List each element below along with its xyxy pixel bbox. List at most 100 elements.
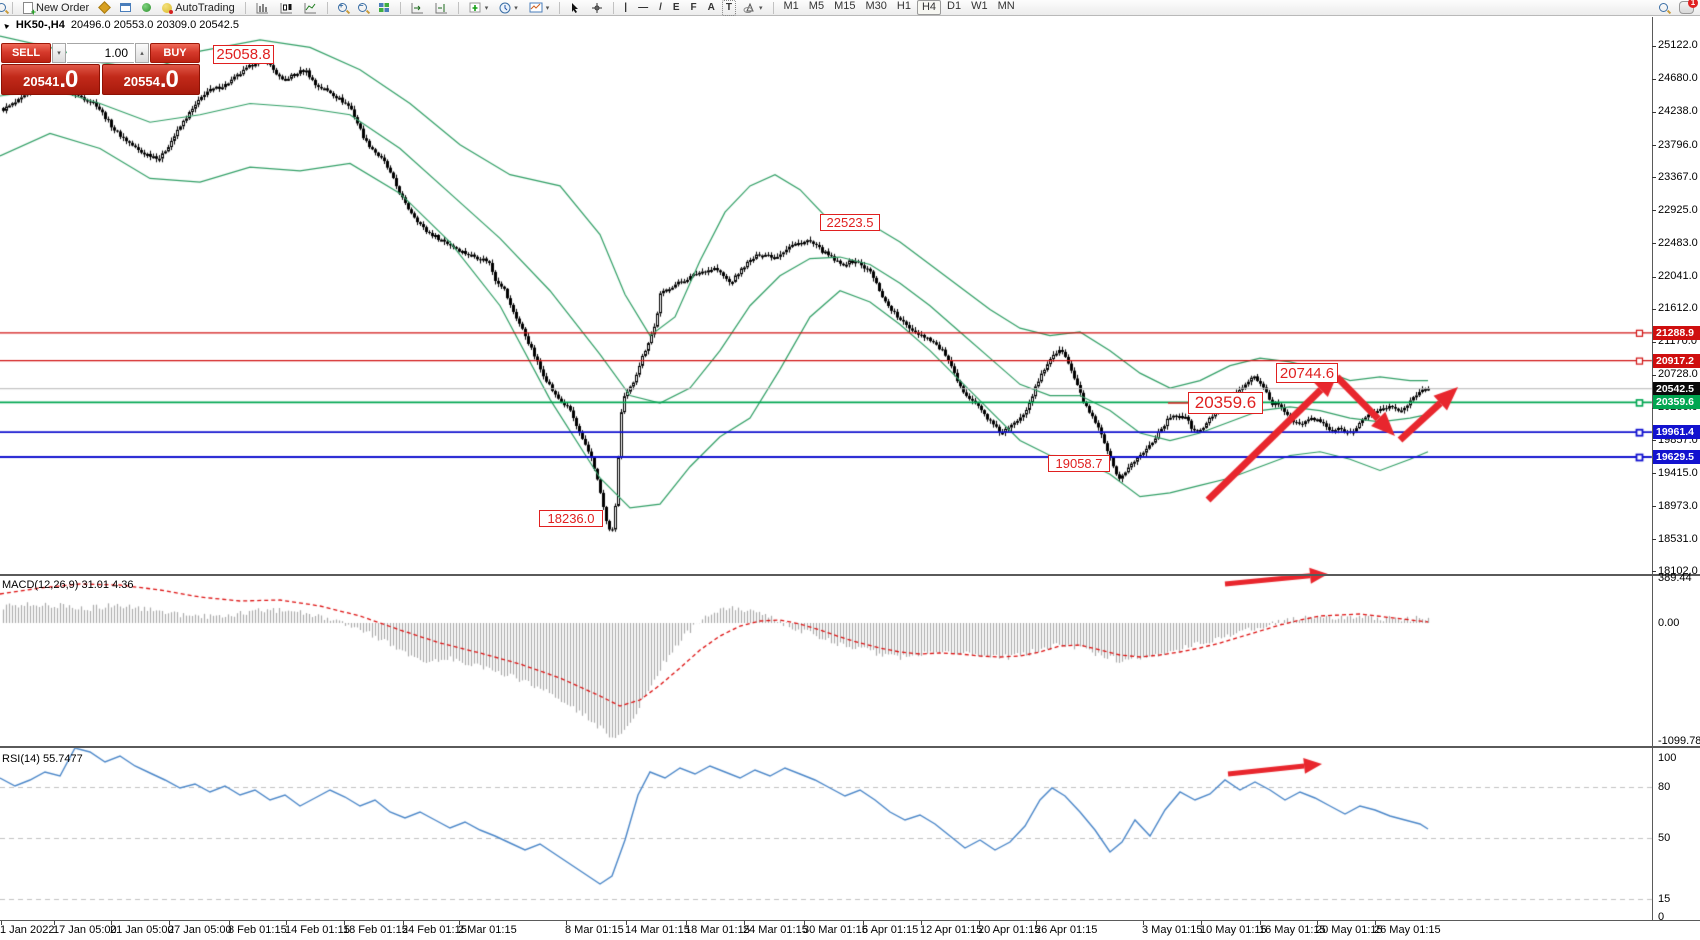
indicators-button[interactable]: ▾ xyxy=(465,0,493,16)
channel-button[interactable]: E xyxy=(669,0,684,16)
time-axis-tick xyxy=(1036,921,1037,925)
buy-price[interactable]: 20554.0 xyxy=(102,64,201,95)
symbol-ohlc-line: ▲ HK50-,H4 20496.0 20553.0 20309.0 20542… xyxy=(2,19,239,31)
vline-button[interactable]: | xyxy=(620,0,631,16)
buy-button[interactable]: BUY xyxy=(150,43,200,63)
text-button[interactable]: A xyxy=(704,0,719,16)
periods-button[interactable]: ▾ xyxy=(495,0,522,16)
timeframe-m15[interactable]: M15 xyxy=(830,0,859,13)
timeframe-d1[interactable]: D1 xyxy=(943,0,965,13)
price-axis-tick xyxy=(1652,145,1656,146)
zoom-out-button[interactable]: − xyxy=(354,0,371,16)
candlestick-button[interactable] xyxy=(276,0,297,16)
time-axis-tick xyxy=(1143,921,1144,925)
sell-price-main: 20541 xyxy=(23,71,59,93)
notifications-button[interactable]: 1 xyxy=(1675,0,1698,16)
sell-price[interactable]: 20541.0 xyxy=(1,64,100,95)
sell-price-big: .0 xyxy=(59,67,77,93)
price-axis-tick xyxy=(1652,375,1656,376)
time-axis-tick xyxy=(566,921,567,925)
bar-chart-button[interactable] xyxy=(252,0,273,16)
market-watch-button[interactable] xyxy=(96,0,113,16)
price-annotation[interactable]: 19058.7 xyxy=(1048,455,1110,472)
volume-input[interactable] xyxy=(67,43,134,63)
sell-button[interactable]: SELL xyxy=(1,43,51,63)
price-line-badge: 19629.5 xyxy=(1653,450,1700,464)
timeframe-toolbar: M1M5M15M30H1H4D1W1MN xyxy=(780,0,1019,15)
time-axis-label: 1 Jan 2022 xyxy=(0,924,54,936)
time-axis-label: 26 Apr 01:15 xyxy=(1035,924,1097,936)
toolbar-separator xyxy=(245,2,246,14)
timeframe-m5[interactable]: M5 xyxy=(805,0,828,13)
price-axis-tick xyxy=(1652,506,1656,507)
autotrading-button[interactable]: AutoTrading xyxy=(158,0,239,16)
price-axis-label: 24238.0 xyxy=(1658,105,1698,117)
trendline-button[interactable]: / xyxy=(655,0,666,16)
time-axis-tick xyxy=(459,921,460,925)
cursor-button[interactable] xyxy=(566,0,584,16)
shapes-button[interactable]: ▾ xyxy=(739,0,767,16)
time-axis-label: 27 Jan 05:00 xyxy=(168,924,232,936)
fibonacci-button[interactable]: F xyxy=(687,0,701,16)
toolbar-separator xyxy=(559,2,560,14)
time-axis-tick xyxy=(111,921,112,925)
time-axis-label: 6 Apr 01:15 xyxy=(862,924,918,936)
time-axis-label: 20 May 01:15 xyxy=(1316,924,1383,936)
zoom-in-button[interactable]: + xyxy=(334,0,351,16)
price-axis-tick xyxy=(1652,571,1656,572)
chart-marker-icon: ▲ xyxy=(0,19,12,31)
timeframe-mn[interactable]: MN xyxy=(994,0,1019,13)
price-axis-border xyxy=(1652,17,1653,921)
signals-button[interactable] xyxy=(138,0,155,16)
templates-button[interactable]: ▾ xyxy=(525,0,554,16)
price-axis-tick xyxy=(1652,473,1656,474)
hline-button[interactable]: — xyxy=(634,0,652,16)
new-order-button[interactable]: New Order xyxy=(19,0,93,16)
price-axis-tick xyxy=(1652,112,1656,113)
notification-badge: 1 xyxy=(1688,0,1698,8)
timeframe-m30[interactable]: M30 xyxy=(861,0,890,13)
volume-down-button[interactable]: ▾ xyxy=(52,43,66,63)
price-axis-tick xyxy=(1652,210,1656,211)
volume-up-button[interactable]: ▴ xyxy=(135,43,149,63)
timeframe-h1[interactable]: H1 xyxy=(893,0,915,13)
pane-separator[interactable] xyxy=(0,574,1700,576)
autoscroll-button[interactable] xyxy=(407,0,428,16)
crosshair-icon xyxy=(591,2,603,14)
price-annotation[interactable]: 20359.6 xyxy=(1188,392,1263,414)
label-button[interactable]: T xyxy=(722,0,736,16)
chart-canvas[interactable] xyxy=(0,0,1700,940)
crosshair-button[interactable] xyxy=(587,0,607,16)
toolbar-separator xyxy=(12,2,13,14)
search-button[interactable] xyxy=(1655,0,1672,16)
price-axis-tick xyxy=(1652,177,1656,178)
symbol-label: HK50-,H4 xyxy=(16,19,65,31)
pane-separator[interactable] xyxy=(0,746,1700,748)
time-axis-tick xyxy=(169,921,170,925)
timeframe-w1[interactable]: W1 xyxy=(967,0,992,13)
time-axis-tick xyxy=(1317,921,1318,925)
line-chart-button[interactable] xyxy=(300,0,321,16)
axis-border xyxy=(0,920,1700,921)
notifications-icon: 1 xyxy=(1679,1,1694,14)
tile-windows-icon xyxy=(378,2,390,13)
time-axis-tick xyxy=(403,921,404,925)
chart-shift-icon xyxy=(435,2,448,14)
data-window-button[interactable] xyxy=(116,0,135,16)
time-axis-tick xyxy=(1260,921,1261,925)
timeframe-h4[interactable]: H4 xyxy=(917,0,941,15)
timeframe-m1[interactable]: M1 xyxy=(780,0,803,13)
chart-shift-button[interactable] xyxy=(431,0,452,16)
price-line-badge: 20917.2 xyxy=(1653,354,1700,368)
price-axis-tick xyxy=(1652,79,1656,80)
price-axis-label: 23367.0 xyxy=(1658,171,1698,183)
price-annotation[interactable]: 22523.5 xyxy=(820,214,880,231)
price-annotation[interactable]: 18236.0 xyxy=(539,510,603,527)
price-annotation[interactable]: 20744.6 xyxy=(1276,363,1338,383)
tile-windows-button[interactable] xyxy=(374,0,394,16)
price-axis-tick xyxy=(1652,243,1656,244)
price-axis-label: 18531.0 xyxy=(1658,533,1698,545)
price-annotation[interactable]: 25058.8 xyxy=(213,45,274,64)
time-axis-label: 8 Mar 01:15 xyxy=(565,924,624,936)
mt4-window: New Order AutoTrading + − ▾ ▾ ▾ | — / E … xyxy=(0,0,1700,940)
